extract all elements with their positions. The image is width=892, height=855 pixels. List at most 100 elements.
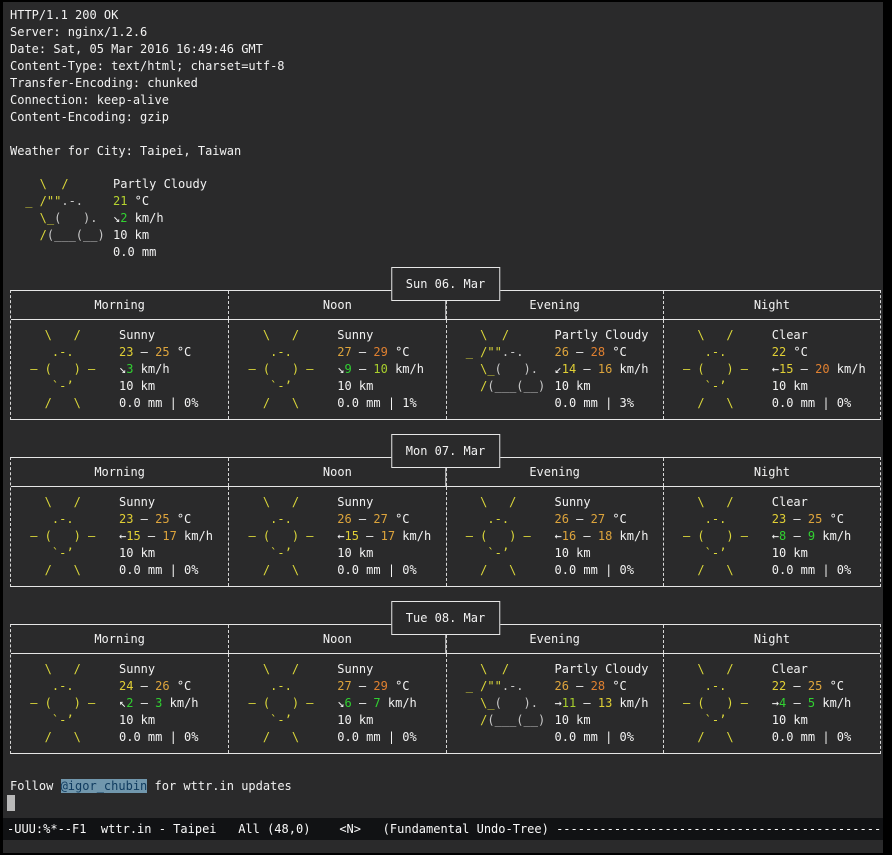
wind-speed: ←15 – 17 km/h (337, 528, 431, 545)
forecast-day-section: Mon 07. Mar Morning Noon Evening Night \… (10, 457, 881, 587)
forecast-day-section: Tue 08. Mar Morning Noon Evening Night \… (10, 624, 881, 754)
http-header-line: Content-Type: text/html; charset=utf-8 (10, 58, 883, 75)
precipitation-text: 0.0 mm | 0% (772, 729, 852, 746)
forecast-cell: \ / _ /"".-. \_( ). /(___(__) Partly Clo… (446, 320, 663, 419)
condition-text: Partly Cloudy (555, 661, 649, 678)
weather-icon: \ / .-. – ( ) – `-’ / \ (447, 494, 555, 579)
temperature-range: 26 – 28 °C (555, 678, 649, 695)
date-label: Sun 06. Mar (406, 277, 485, 291)
weather-icon: \ / .-. – ( ) – `-’ / \ (11, 327, 119, 412)
http-header-line: Connection: keep-alive (10, 92, 883, 109)
precipitation-text: 0.0 mm | 0% (119, 562, 213, 579)
twitter-handle-link[interactable]: @igor_chubin (61, 779, 148, 793)
column-header-morning: Morning (11, 291, 228, 319)
wind-speed: ←15 – 17 km/h (119, 528, 213, 545)
wind-direction-arrow: ↙ (555, 362, 562, 376)
cursor-line (10, 795, 883, 812)
precipitation-text: 0.0 mm | 0% (772, 562, 852, 579)
http-header-line: Transfer-Encoding: chunked (10, 75, 883, 92)
weather-icon: \ / .-. – ( ) – `-’ / \ (11, 661, 119, 746)
forecast-cell: \ / _ /"".-. \_( ). /(___(__) Partly Clo… (446, 654, 663, 753)
temperature-range: 22 – 25 °C (772, 678, 852, 695)
forecast-day-section: Sun 06. Mar Morning Noon Evening Night \… (10, 290, 881, 420)
column-header-morning: Morning (11, 625, 228, 653)
wind-direction-arrow: → (555, 696, 562, 710)
visibility-text: 10 km (337, 378, 424, 395)
forecast-cell: \ / .-. – ( ) – `-’ / \ Sunny 26 – 27 °C… (446, 487, 663, 586)
wind-speed: ↘9 – 10 km/h (337, 361, 424, 378)
date-tab: Tue 08. Mar (391, 601, 500, 635)
weather-icon: \ / .-. – ( ) – `-’ / \ (664, 327, 772, 412)
precipitation-text: 0.0 mm | 0% (337, 729, 417, 746)
condition-text: Sunny (119, 494, 213, 511)
condition-text: Partly Cloudy (555, 327, 649, 344)
date-label: Tue 08. Mar (406, 611, 485, 625)
wind-speed: →11 – 13 km/h (555, 695, 649, 712)
visibility-text: 10 km (119, 378, 198, 395)
condition-text: Sunny (119, 661, 199, 678)
forecast-cell: \ / .-. – ( ) – `-’ / \ Sunny 26 – 27 °C… (228, 487, 445, 586)
condition-text: Clear (772, 661, 852, 678)
temperature-range: 24 – 26 °C (119, 678, 199, 695)
precipitation-text: 0.0 mm | 0% (555, 729, 649, 746)
wind-speed: ↘3 km/h (119, 361, 198, 378)
weather-icon: \ / .-. – ( ) – `-’ / \ (229, 661, 337, 746)
temperature-range: 22 °C (772, 344, 866, 361)
http-header-line: Content-Encoding: gzip (10, 109, 883, 126)
wind-direction-arrow: ← (772, 529, 779, 543)
wind-direction-arrow: → (772, 696, 779, 710)
wind-speed: ↖2 – 3 km/h (119, 695, 199, 712)
temperature-range: 27 – 29 °C (337, 678, 417, 695)
forecast-cell: \ / .-. – ( ) – `-’ / \ Sunny 27 – 29 °C… (228, 320, 445, 419)
http-header-line: Server: nginx/1.2.6 (10, 24, 883, 41)
column-header-night: Night (663, 458, 880, 486)
date-label: Mon 07. Mar (406, 444, 485, 458)
weather-icon: \ / .-. – ( ) – `-’ / \ (664, 661, 772, 746)
precipitation-text: 0.0 mm | 0% (119, 395, 198, 412)
terminal-screen[interactable]: HTTP/1.1 200 OK Server: nginx/1.2.6 Date… (3, 2, 883, 853)
visibility-text: 10 km (119, 545, 213, 562)
precipitation-text: 0.0 mm (113, 244, 207, 261)
condition-text: Partly Cloudy (113, 176, 207, 193)
date-tab: Sun 06. Mar (391, 267, 500, 301)
column-header-night: Night (663, 291, 880, 319)
condition-text: Sunny (119, 327, 198, 344)
forecast-cell: \ / .-. – ( ) – `-’ / \ Sunny 23 – 25 °C… (11, 487, 228, 586)
visibility-text: 10 km (772, 712, 852, 729)
visibility-text: 10 km (772, 545, 852, 562)
wind-speed: ←15 – 20 km/h (772, 361, 866, 378)
visibility-text: 10 km (772, 378, 866, 395)
condition-text: Sunny (337, 661, 417, 678)
table-body-row: \ / .-. – ( ) – `-’ / \ Sunny 23 – 25 °C… (11, 320, 880, 419)
blank-line (10, 126, 883, 143)
visibility-text: 10 km (555, 378, 649, 395)
precipitation-text: 0.0 mm | 0% (337, 562, 431, 579)
wind-direction-arrow: ← (772, 362, 779, 376)
temperature-value: 21 °C (113, 193, 207, 210)
date-tab: Mon 07. Mar (391, 434, 500, 468)
wind-speed: ←16 – 18 km/h (555, 528, 649, 545)
precipitation-text: 0.0 mm | 0% (555, 562, 649, 579)
condition-text: Sunny (337, 327, 424, 344)
visibility-text: 10 km (119, 712, 199, 729)
weather-icon: \ / .-. – ( ) – `-’ / \ (229, 327, 337, 412)
condition-text: Clear (772, 494, 852, 511)
temperature-range: 26 – 28 °C (555, 344, 649, 361)
follow-line: Follow @igor_chubin for wttr.in updates (10, 778, 883, 795)
current-conditions: \ / _ /"".-. \_( ). /(___(__) Partly Clo… (10, 176, 883, 261)
table-body-row: \ / .-. – ( ) – `-’ / \ Sunny 23 – 25 °C… (11, 487, 880, 586)
weather-icon: \ / _ /"".-. \_( ). /(___(__) (447, 661, 555, 746)
forecast-cell: \ / .-. – ( ) – `-’ / \ Sunny 23 – 25 °C… (11, 320, 228, 419)
visibility-text: 10 km (555, 712, 649, 729)
weather-icon: \ / .-. – ( ) – `-’ / \ (11, 494, 119, 579)
visibility-text: 10 km (337, 545, 431, 562)
weather-icon: \ / .-. – ( ) – `-’ / \ (664, 494, 772, 579)
emacs-modeline[interactable]: -UUU:%*--F1 wttr.in - Taipei All (48,0) … (3, 818, 883, 840)
forecast-cell: \ / .-. – ( ) – `-’ / \ Clear 23 – 25 °C… (663, 487, 880, 586)
forecast-cell: \ / .-. – ( ) – `-’ / \ Sunny 24 – 26 °C… (11, 654, 228, 753)
temperature-range: 23 – 25 °C (119, 511, 213, 528)
weather-icon: \ / _ /"".-. \_( ). /(___(__) (447, 327, 555, 412)
precipitation-text: 0.0 mm | 1% (337, 395, 424, 412)
visibility-text: 10 km (113, 227, 207, 244)
temperature-range: 26 – 27 °C (337, 511, 431, 528)
